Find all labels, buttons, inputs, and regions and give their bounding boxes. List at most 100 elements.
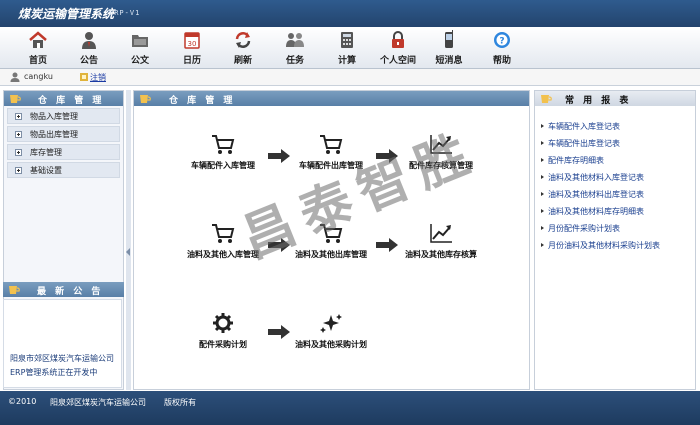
bullet-icon: [541, 124, 544, 128]
home-button[interactable]: 首页: [14, 30, 62, 66]
calendar-button[interactable]: 30 日历: [168, 30, 216, 66]
username: cangku: [24, 72, 53, 81]
report-link[interactable]: 油料及其他材料入库登记表: [541, 169, 695, 186]
sidebar-header: 仓 库 管 理: [4, 91, 123, 106]
calculator-button[interactable]: 计算: [323, 30, 371, 66]
report-link[interactable]: 配件库存明细表: [541, 152, 695, 169]
personal-space-button[interactable]: 个人空间: [374, 30, 422, 66]
bullet-icon: [541, 209, 544, 213]
calendar-icon: 30: [184, 32, 200, 49]
refresh-icon: [235, 32, 251, 48]
expand-icon: [15, 131, 22, 138]
reports-title: 常 用 报 表: [565, 96, 632, 106]
report-link[interactable]: 油料及其他材料库存明细表: [541, 203, 695, 220]
svg-text:30: 30: [188, 40, 197, 48]
refresh-button[interactable]: 刷新: [219, 30, 267, 66]
sparkle-icon: [320, 314, 342, 333]
arrow-right-icon: [268, 149, 290, 163]
sidebar-splitter[interactable]: [126, 90, 131, 390]
flow-oil-stock[interactable]: 油料及其他库存核算: [404, 222, 478, 260]
lock-icon: [392, 31, 404, 48]
messages-button[interactable]: 短消息: [425, 30, 473, 66]
toolbar: 首页 公告 公文 30 日历 刷新 任务 计算 个人空间 短消息 ? 帮助: [0, 27, 700, 69]
chart-icon: [430, 135, 452, 154]
expand-icon: [15, 167, 22, 174]
app-version: ERP-V1: [109, 9, 141, 17]
gear-icon: [213, 313, 233, 333]
help-button[interactable]: ? 帮助: [478, 30, 526, 66]
footer: ©2010 阳泉郊区煤炭汽车运输公司 版权所有: [0, 391, 700, 425]
report-link[interactable]: 月份配件采购计划表: [541, 220, 695, 237]
cart-icon: [320, 135, 343, 154]
app-title: 煤炭运输管理系统: [18, 7, 115, 21]
logout-link[interactable]: 注销: [90, 72, 106, 83]
sidebar-title: 仓 库 管 理: [38, 96, 105, 106]
bullet-icon: [541, 158, 544, 162]
calculator-icon: [341, 32, 353, 48]
collapse-arrow-icon[interactable]: [126, 248, 130, 256]
main-header: 仓 库 管 理: [134, 91, 529, 106]
flow-oil-outbound[interactable]: 油料及其他出库管理: [294, 222, 368, 260]
arrow-right-icon: [376, 238, 398, 252]
bullet-icon: [541, 141, 544, 145]
bullet-icon: [541, 226, 544, 230]
documents-button[interactable]: 公文: [116, 30, 164, 66]
main-panel: 仓 库 管 理 车辆配件入库管理 车辆配件出库管理 配件库存核算管理 油料及其他…: [133, 90, 530, 390]
cup-icon: [9, 286, 20, 294]
flow-parts-purchase[interactable]: 配件采购计划: [186, 312, 260, 350]
bullet-icon: [541, 175, 544, 179]
main-title: 仓 库 管 理: [169, 96, 236, 106]
expand-icon: [15, 149, 22, 156]
flow-parts-stock[interactable]: 配件库存核算管理: [404, 133, 478, 171]
sidebar-item-inventory[interactable]: 库存管理: [7, 144, 120, 160]
sidebar-item-inbound[interactable]: 物品入库管理: [7, 108, 120, 124]
cup-icon: [541, 95, 552, 103]
folder-icon: [132, 35, 148, 47]
user-icon: [10, 72, 20, 82]
cart-icon: [320, 224, 343, 243]
cup-icon: [140, 95, 151, 103]
cart-icon: [212, 224, 235, 243]
footer-company: 阳泉郊区煤炭汽车运输公司: [50, 398, 146, 407]
reports-header: 常 用 报 表: [535, 91, 695, 106]
report-link[interactable]: 车辆配件出库登记表: [541, 135, 695, 152]
news-body: 阳泉市郊区煤炭汽车运输公司ERP管理系统正在开发中: [3, 299, 122, 388]
footer-rights: 版权所有: [164, 398, 196, 407]
report-link[interactable]: 车辆配件入库登记表: [541, 118, 695, 135]
arrow-right-icon: [268, 325, 290, 339]
reports-panel: 常 用 报 表 车辆配件入库登记表 车辆配件出库登记表 配件库存明细表 油料及其…: [534, 90, 696, 390]
svg-text:?: ?: [499, 37, 504, 47]
arrow-right-icon: [376, 149, 398, 163]
news-title: 最 新 公 告: [37, 287, 104, 297]
flow-oil-inbound[interactable]: 油料及其他入库管理: [186, 222, 260, 260]
header-banner: 煤炭运输管理系统 ERP-V1: [0, 0, 700, 27]
flow-oil-purchase[interactable]: 油料及其他采购计划: [294, 312, 368, 350]
flow-parts-inbound[interactable]: 车辆配件入库管理: [186, 133, 260, 171]
chart-icon: [430, 224, 452, 243]
flow-parts-outbound[interactable]: 车辆配件出库管理: [294, 133, 368, 171]
report-link[interactable]: 油料及其他材料出库登记表: [541, 186, 695, 203]
home-icon: [29, 31, 47, 48]
bullet-icon: [541, 243, 544, 247]
cup-icon: [10, 95, 21, 103]
news-panel: 最 新 公 告 阳泉市郊区煤炭汽车运输公司ERP管理系统正在开发中: [3, 282, 124, 390]
sidebar-item-settings[interactable]: 基础设置: [7, 162, 120, 178]
person-icon: [82, 32, 96, 49]
help-icon: ?: [494, 32, 510, 48]
notice-button[interactable]: 公告: [65, 30, 113, 66]
cart-icon: [212, 135, 235, 154]
phone-icon: [445, 30, 453, 48]
expand-icon: [15, 113, 22, 120]
footer-copyright: ©2010: [8, 397, 37, 406]
users-icon: [286, 33, 304, 47]
tasks-button[interactable]: 任务: [271, 30, 319, 66]
sidebar-item-outbound[interactable]: 物品出库管理: [7, 126, 120, 142]
news-header: 最 新 公 告: [3, 282, 124, 297]
bullet-icon: [541, 192, 544, 196]
report-link[interactable]: 月份油料及其他材料采购计划表: [541, 237, 695, 254]
user-bar: cangku 注销: [0, 69, 700, 86]
reports-list: 车辆配件入库登记表 车辆配件出库登记表 配件库存明细表 油料及其他材料入库登记表…: [535, 118, 695, 254]
logout-icon: [80, 73, 88, 81]
arrow-right-icon: [268, 238, 290, 252]
news-text[interactable]: 阳泉市郊区煤炭汽车运输公司ERP管理系统正在开发中: [10, 352, 120, 380]
